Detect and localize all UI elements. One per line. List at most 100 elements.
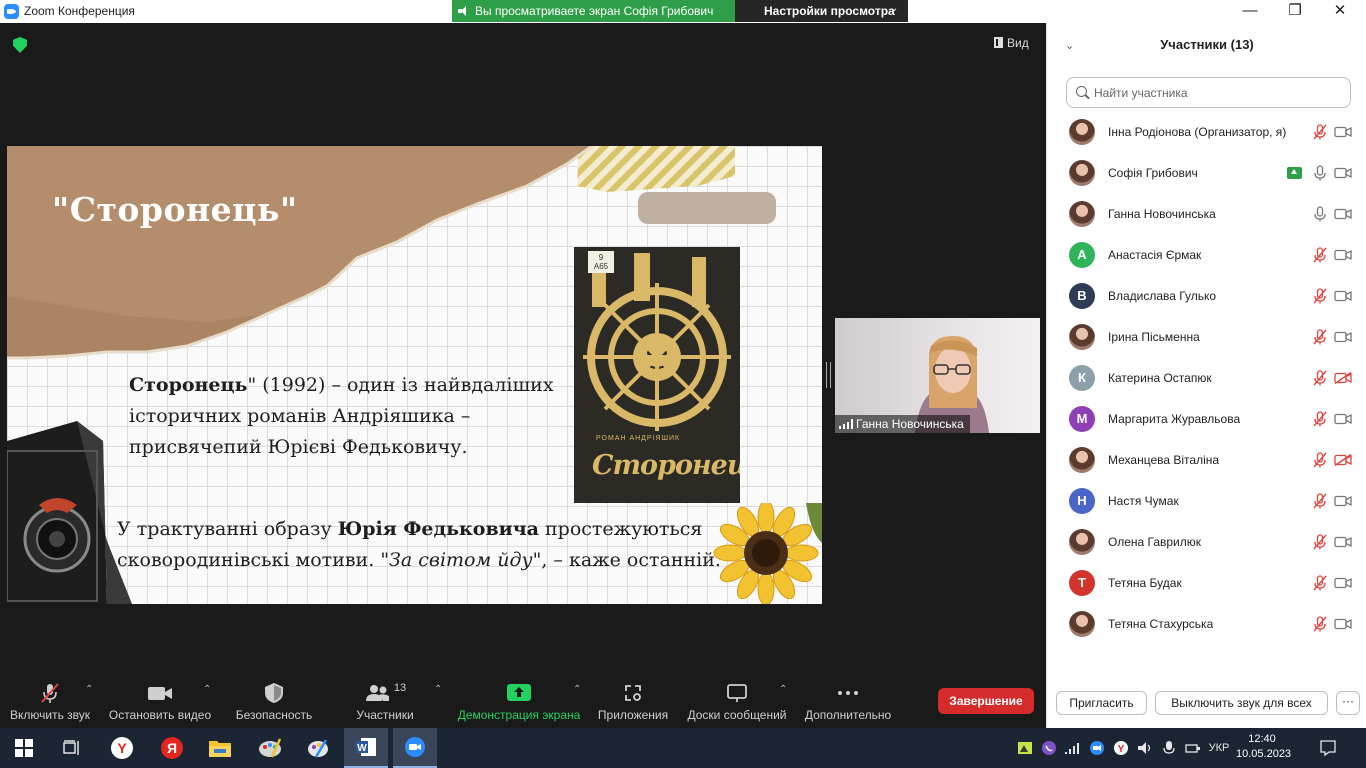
participant-avatar-photo — [1069, 119, 1095, 145]
participant-row[interactable]: Т Тетяна Будак — [1047, 563, 1366, 604]
start-button[interactable] — [2, 728, 46, 768]
microphone-icon[interactable] — [1313, 206, 1327, 222]
video-camera-icon[interactable] — [1334, 331, 1352, 343]
notifications-icon[interactable] — [1318, 740, 1338, 756]
view-button[interactable]: Вид — [994, 36, 1029, 50]
maximize-button[interactable]: ❐ — [1275, 0, 1315, 23]
paint3d-taskbar-icon[interactable] — [296, 728, 340, 768]
microphone-muted-icon[interactable] — [1313, 452, 1327, 468]
more-button[interactable]: Дополнительно — [802, 682, 894, 722]
view-settings-button[interactable]: Настройки просмотра ⌄ — [735, 0, 908, 22]
participant-row[interactable]: Софія Грибович — [1047, 153, 1366, 194]
video-camera-icon[interactable] — [1334, 577, 1352, 589]
share-options-caret[interactable]: ⌃ — [573, 684, 581, 695]
video-camera-icon[interactable] — [1334, 290, 1352, 302]
video-off-icon[interactable] — [1334, 372, 1352, 384]
share-screen-button[interactable]: Демонстрация экрана — [456, 682, 582, 722]
video-camera-icon[interactable] — [1334, 413, 1352, 425]
video-camera-icon[interactable] — [1334, 208, 1352, 220]
unmute-button[interactable]: Включить звук — [8, 682, 92, 722]
participant-name: Анастасія Єрмак — [1108, 248, 1202, 262]
microphone-muted-icon[interactable] — [1313, 493, 1327, 509]
security-button[interactable]: Безопасность — [234, 682, 314, 722]
minimize-button[interactable]: — — [1230, 0, 1270, 23]
slide-para2-bold: Юрія Федьковича — [337, 518, 539, 540]
participants-options-caret[interactable]: ⌃ — [434, 684, 442, 695]
wifi-icon[interactable] — [1064, 740, 1082, 756]
clock-date: 10.05.2023 — [1236, 748, 1292, 760]
microphone-muted-icon[interactable] — [1313, 288, 1327, 304]
tray-app-icon[interactable] — [1016, 740, 1034, 756]
slide-para2-part1: У трактуванні образу — [117, 518, 338, 540]
video-camera-icon[interactable] — [1334, 495, 1352, 507]
more-dots-icon — [838, 691, 858, 695]
microphone-muted-icon[interactable] — [1313, 534, 1327, 550]
video-camera-icon[interactable] — [1334, 126, 1352, 138]
end-meeting-button[interactable]: Завершение — [938, 688, 1034, 714]
book-cover-image: 9 А65 РОМАН АНДРІЯШИК Сторонець — [574, 247, 740, 503]
participant-row[interactable]: Інна Родіонова (Организатор, я) — [1047, 112, 1366, 153]
system-clock[interactable]: 12:40 10.05.2023 — [1236, 732, 1292, 762]
microphone-muted-icon[interactable] — [1313, 247, 1327, 263]
participant-row[interactable]: М Маргарита Журавльова — [1047, 399, 1366, 440]
video-off-icon[interactable] — [1334, 454, 1352, 466]
zoom-tray-icon[interactable] — [1088, 740, 1106, 756]
more-label: Дополнительно — [804, 708, 892, 722]
microphone-muted-icon[interactable] — [1313, 329, 1327, 345]
video-camera-icon[interactable] — [1334, 536, 1352, 548]
yandex-tray-icon[interactable]: Y — [1112, 740, 1130, 756]
file-explorer-taskbar-icon[interactable] — [198, 728, 242, 768]
microphone-icon[interactable] — [1313, 165, 1327, 181]
whiteboards-options-caret[interactable]: ⌃ — [779, 684, 787, 695]
participants-icon — [365, 685, 389, 701]
task-view-button[interactable] — [50, 728, 94, 768]
usb-tray-icon[interactable] — [1184, 740, 1202, 756]
volume-icon[interactable] — [1136, 740, 1154, 756]
participant-row[interactable]: Тетяна Стахурська — [1047, 604, 1366, 645]
word-taskbar-icon[interactable]: W — [344, 728, 388, 768]
microphone-muted-icon[interactable] — [1313, 411, 1327, 427]
participants-button[interactable]: 13 Участники — [350, 682, 420, 722]
participant-row[interactable]: А Анастасія Єрмак — [1047, 235, 1366, 276]
microphone-muted-icon[interactable] — [1313, 124, 1327, 140]
clock-time: 12:40 — [1248, 733, 1276, 745]
participant-row[interactable]: Ірина Пісьменна — [1047, 317, 1366, 358]
panel-more-button[interactable]: ··· — [1336, 691, 1360, 715]
video-camera-icon[interactable] — [1334, 618, 1352, 630]
encryption-shield-icon[interactable] — [13, 37, 27, 53]
participant-row[interactable]: Н Настя Чумак — [1047, 481, 1366, 522]
split-view-handle[interactable] — [826, 362, 831, 388]
zoom-taskbar-icon[interactable] — [393, 728, 437, 768]
apps-button[interactable]: Приложения — [595, 682, 671, 722]
participant-row[interactable]: К Катерина Остапюк — [1047, 358, 1366, 399]
microphone-muted-icon[interactable] — [1313, 370, 1327, 386]
participant-search-input[interactable] — [1094, 84, 1344, 102]
participant-avatar-initial: М — [1069, 406, 1095, 432]
yandex-browser-taskbar-icon[interactable]: Y — [100, 728, 144, 768]
microphone-muted-icon[interactable] — [1313, 616, 1327, 632]
whiteboards-button[interactable]: Доски сообщений — [684, 682, 790, 722]
invite-button[interactable]: Пригласить — [1056, 691, 1147, 715]
video-camera-icon[interactable] — [1334, 249, 1352, 261]
speaker-icon — [458, 6, 468, 16]
paint-taskbar-icon[interactable] — [248, 728, 292, 768]
viber-tray-icon[interactable] — [1040, 740, 1058, 756]
participant-row[interactable]: Ганна Новочинська — [1047, 194, 1366, 235]
microphone-muted-icon[interactable] — [1313, 575, 1327, 591]
windows-logo-icon — [15, 739, 33, 757]
stop-video-button[interactable]: Остановить видео — [107, 682, 213, 722]
participant-avatar-initial: Н — [1069, 488, 1095, 514]
video-camera-icon[interactable] — [1334, 167, 1352, 179]
yandex-taskbar-icon[interactable]: Я — [150, 728, 194, 768]
close-button[interactable]: ✕ — [1320, 0, 1360, 23]
participant-row[interactable]: В Владислава Гулько — [1047, 276, 1366, 317]
participant-row[interactable]: Механцева Віталіна — [1047, 440, 1366, 481]
audio-options-caret[interactable]: ⌃ — [85, 684, 93, 695]
video-options-caret[interactable]: ⌃ — [203, 684, 211, 695]
microphone-tray-icon[interactable] — [1160, 740, 1178, 756]
mute-all-button[interactable]: Выключить звук для всех — [1155, 691, 1328, 715]
participant-search-box — [1066, 77, 1351, 108]
participant-row[interactable]: Олена Гаврилюк — [1047, 522, 1366, 563]
language-indicator[interactable]: УКР — [1205, 740, 1233, 756]
participant-video-thumbnail[interactable]: Ганна Новочинська — [835, 318, 1040, 433]
